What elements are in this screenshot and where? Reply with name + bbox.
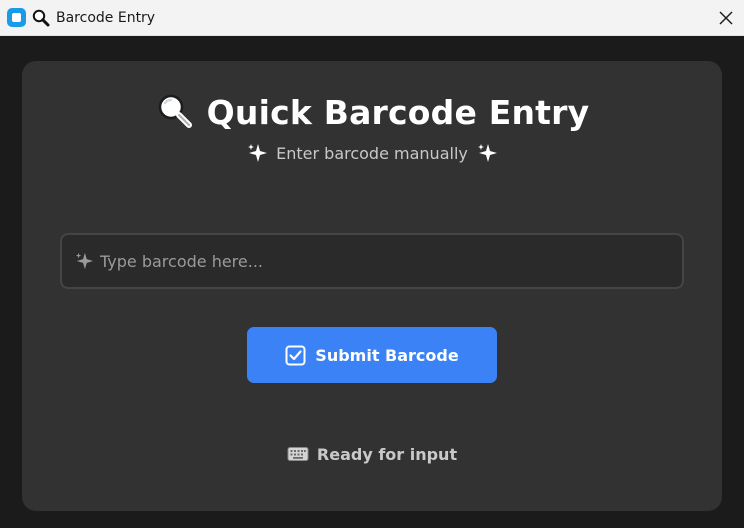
magnifier-icon — [158, 94, 192, 128]
barcode-input[interactable] — [100, 235, 670, 287]
sparkles-icon — [75, 252, 94, 270]
sparkles-icon — [248, 144, 268, 162]
sparkles-icon — [477, 144, 497, 162]
subtitle-text: Enter barcode manually — [276, 143, 468, 163]
page-title: Quick Barcode Entry — [206, 92, 590, 132]
subtitle: Enter barcode manually — [22, 141, 722, 165]
keyboard-icon — [287, 447, 309, 461]
submit-barcode-button[interactable]: Submit Barcode — [247, 327, 497, 383]
magnifier-icon — [32, 9, 50, 27]
submit-button-label: Submit Barcode — [315, 345, 459, 365]
window-title: Barcode Entry — [56, 10, 156, 26]
status-message: Ready for input — [22, 441, 722, 467]
checkbox-icon — [285, 345, 306, 365]
heading-row: Quick Barcode Entry — [22, 91, 722, 133]
app-icon — [7, 8, 26, 27]
status-text: Ready for input — [316, 444, 458, 464]
close-icon — [719, 11, 733, 25]
title-bar: Barcode Entry — [0, 0, 744, 36]
close-button[interactable] — [708, 0, 744, 36]
entry-card: Quick Barcode Entry Enter barcode manual… — [22, 61, 722, 511]
barcode-input-field[interactable] — [60, 233, 684, 289]
